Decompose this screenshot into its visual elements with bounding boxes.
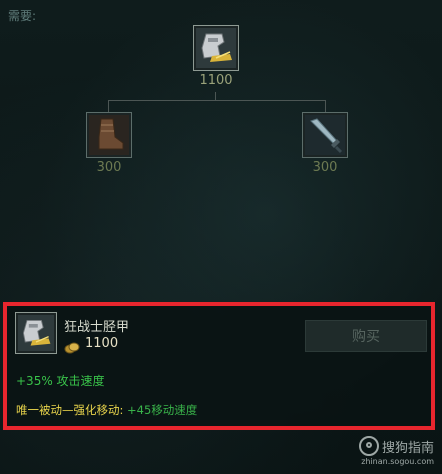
gold-coin-icon: [64, 339, 80, 354]
watermark: 搜狗指南 zhinan.sogou.com: [358, 436, 434, 466]
recipe-item-boots[interactable]: 300: [86, 112, 132, 175]
dagger-icon: [302, 112, 348, 158]
berserker-greaves-icon: [15, 312, 57, 354]
item-info-panel: 狂战士胫甲 1100 购买 +35% 攻击速度 唯一被动—强化移动: +45移动…: [3, 302, 435, 430]
passive-name: 唯一被动—强化移动:: [16, 403, 124, 417]
boots-icon: [86, 112, 132, 158]
berserker-greaves-icon: [193, 25, 239, 71]
watermark-title: 搜狗指南: [381, 440, 434, 456]
item-stat: +35% 攻击速度: [16, 374, 105, 388]
recipe-item-berserker-greaves[interactable]: 1100: [193, 25, 239, 88]
tree-connector-left: [108, 100, 109, 112]
item-passive: 唯一被动—强化移动: +45移动速度: [16, 402, 197, 418]
watermark-url: zhinan.sogou.com: [361, 457, 434, 466]
requires-label: 需要:: [8, 9, 37, 23]
item-name: 狂战士胫甲: [64, 320, 130, 335]
buy-button[interactable]: 购买: [305, 320, 427, 352]
tree-connector-right: [325, 100, 326, 112]
tree-connector-horizontal: [108, 100, 326, 101]
item-info-icon-wrapper: [15, 312, 57, 354]
recipe-item-price: 300: [96, 160, 122, 175]
recipe-item-price: 1100: [199, 73, 233, 88]
item-cost: 1100: [85, 336, 119, 351]
recipe-item-price: 300: [312, 160, 338, 175]
passive-value: +45移动速度: [123, 403, 198, 417]
sogou-logo-icon: [358, 436, 379, 456]
recipe-item-dagger[interactable]: 300: [302, 112, 348, 175]
